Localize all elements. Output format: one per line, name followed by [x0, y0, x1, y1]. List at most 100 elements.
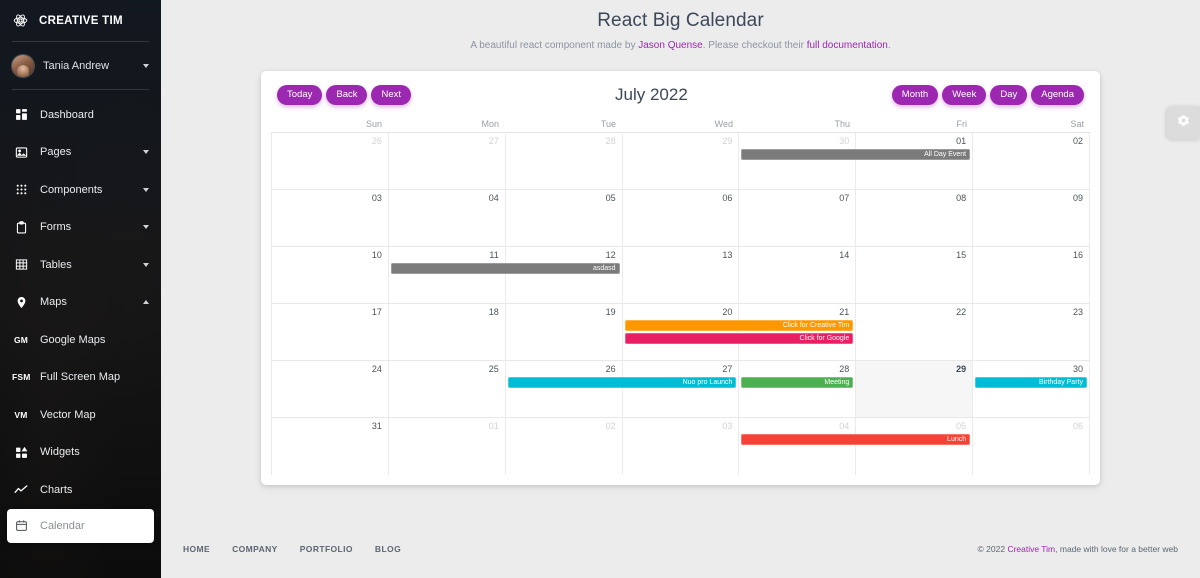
- calendar-day-cell[interactable]: 05: [506, 190, 623, 246]
- calendar-view-month-button[interactable]: Month: [891, 85, 939, 105]
- calendar-day-cell[interactable]: 24: [272, 361, 389, 417]
- day-number: 27: [722, 364, 733, 374]
- calendar-day-cell[interactable]: 29: [623, 133, 740, 189]
- calendar-day-cell[interactable]: 31: [272, 418, 389, 475]
- author-link[interactable]: Jason Quense: [638, 40, 703, 51]
- chevron-up-icon[interactable]: [143, 300, 149, 305]
- calendar-day-cell[interactable]: 27: [623, 361, 740, 417]
- calendar-day-cell[interactable]: 04: [739, 418, 857, 475]
- sidebar-nav: Dashboard Pages Components Forms Tables Maps G…: [0, 90, 161, 543]
- day-number: 06: [1073, 421, 1084, 431]
- weekday-header-tue: Tue: [600, 119, 616, 129]
- calendar-day-cell[interactable]: 19: [506, 304, 623, 360]
- calendar-day-cell[interactable]: 28: [506, 133, 623, 189]
- calendar-event[interactable]: Meeting: [741, 377, 854, 388]
- calendar-view-week-button[interactable]: Week: [942, 85, 987, 105]
- calendar-day-cell[interactable]: 13: [623, 247, 740, 303]
- chevron-down-icon[interactable]: [143, 225, 149, 230]
- calendar-day-cell[interactable]: 30: [739, 133, 857, 189]
- calendar-day-cell[interactable]: 08: [856, 190, 974, 246]
- day-number: 30: [1073, 364, 1084, 374]
- calendar-day-cell[interactable]: 26: [506, 361, 623, 417]
- calendar-day-cell[interactable]: 26: [272, 133, 389, 189]
- creative-tim-link[interactable]: Creative Tim: [1007, 544, 1055, 554]
- chevron-down-icon[interactable]: [143, 63, 149, 68]
- settings-toggle-button[interactable]: [1167, 106, 1200, 139]
- footer-link-blog[interactable]: BLOG: [375, 544, 401, 554]
- calendar-day-cell[interactable]: 14: [739, 247, 857, 303]
- calendar-day-cell[interactable]: 25: [389, 361, 506, 417]
- calendar-day-cell[interactable]: 16: [973, 247, 1091, 303]
- calendar-day-cell[interactable]: 17: [272, 304, 389, 360]
- calendar-next-button[interactable]: Next: [371, 85, 412, 105]
- user-profile-row[interactable]: Tania Andrew: [0, 42, 161, 89]
- calendar-day-cell[interactable]: 01: [856, 133, 974, 189]
- calendar-event[interactable]: All Day Event: [741, 149, 971, 160]
- calendar-event[interactable]: Click for Google: [624, 333, 854, 344]
- sidebar-item-forms[interactable]: Forms: [0, 209, 161, 247]
- chevron-down-icon[interactable]: [143, 187, 149, 192]
- calendar-day-cell[interactable]: 09: [973, 190, 1091, 246]
- grid-dots-icon: [12, 183, 30, 196]
- day-number: 30: [839, 136, 850, 146]
- footer-link-home[interactable]: HOME: [183, 544, 210, 554]
- sidebar-item-pages[interactable]: Pages: [0, 134, 161, 172]
- calendar-view-day-button[interactable]: Day: [990, 85, 1028, 105]
- calendar-view-agenda-button[interactable]: Agenda: [1031, 85, 1084, 105]
- calendar-day-cell[interactable]: 06: [623, 190, 740, 246]
- sidebar-item-calendar[interactable]: Calendar: [7, 508, 154, 543]
- calendar-today-button[interactable]: Today: [277, 85, 323, 105]
- calendar-event[interactable]: Nuo pro Launch: [507, 377, 737, 388]
- calendar-day-cell[interactable]: 07: [739, 190, 857, 246]
- calendar-day-cell[interactable]: 11: [389, 247, 506, 303]
- sidebar-item-components[interactable]: Components: [0, 171, 161, 209]
- sidebar-item-widgets[interactable]: Widgets: [0, 434, 161, 472]
- calendar-event[interactable]: Lunch: [741, 434, 971, 445]
- calendar-day-cell[interactable]: 05: [856, 418, 974, 475]
- calendar-day-cell[interactable]: 02: [506, 418, 623, 475]
- calendar-event[interactable]: Click for Creative Tim: [624, 320, 854, 331]
- calendar-day-cell[interactable]: 23: [973, 304, 1091, 360]
- calendar-day-cell[interactable]: 21: [739, 304, 857, 360]
- calendar-day-cell[interactable]: 18: [389, 304, 506, 360]
- sidebar-item-label: Forms: [40, 221, 72, 234]
- chevron-down-icon[interactable]: [143, 150, 149, 155]
- sidebar-item-google-maps[interactable]: GM Google Maps: [0, 321, 161, 359]
- footer-link-portfolio[interactable]: PORTFOLIO: [300, 544, 353, 554]
- day-number: 28: [839, 364, 850, 374]
- calendar-day-cell[interactable]: 12: [506, 247, 623, 303]
- calendar-day-cell[interactable]: 03: [272, 190, 389, 246]
- calendar-day-cell[interactable]: 22: [856, 304, 974, 360]
- calendar-day-cell[interactable]: 30: [973, 361, 1091, 417]
- sidebar-item-vector-map[interactable]: VM Vector Map: [0, 396, 161, 434]
- sidebar-item-tables[interactable]: Tables: [0, 246, 161, 284]
- calendar-week-row: 10 11 12 13 14 15 16 asdasd: [272, 247, 1091, 304]
- calendar-day-cell[interactable]: 01: [389, 418, 506, 475]
- chevron-down-icon[interactable]: [143, 262, 149, 267]
- day-number: 11: [489, 250, 499, 260]
- calendar-day-cell[interactable]: 29: [856, 361, 974, 417]
- calendar-day-cell[interactable]: 27: [389, 133, 506, 189]
- table-icon: [12, 258, 30, 271]
- calendar-back-button[interactable]: Back: [326, 85, 368, 105]
- sidebar-item-dashboard[interactable]: Dashboard: [0, 96, 161, 134]
- calendar-event[interactable]: asdasd: [390, 263, 620, 274]
- day-number: 10: [371, 250, 382, 260]
- footer-link-company[interactable]: COMPANY: [232, 544, 278, 554]
- day-number: 01: [488, 421, 499, 431]
- calendar-day-cell[interactable]: 02: [973, 133, 1091, 189]
- calendar-day-cell[interactable]: 15: [856, 247, 974, 303]
- sidebar-item-maps[interactable]: Maps: [0, 284, 161, 322]
- sidebar-item-full-screen-map[interactable]: FSM Full Screen Map: [0, 359, 161, 397]
- day-number: 07: [839, 193, 850, 203]
- calendar-day-cell[interactable]: 04: [389, 190, 506, 246]
- calendar-day-cell[interactable]: 03: [623, 418, 740, 475]
- calendar-day-cell[interactable]: 28: [739, 361, 857, 417]
- documentation-link[interactable]: full documentation: [807, 40, 888, 51]
- calendar-day-cell[interactable]: 10: [272, 247, 389, 303]
- calendar-day-cell[interactable]: 06: [973, 418, 1091, 475]
- sidebar-item-charts[interactable]: Charts: [0, 471, 161, 509]
- brand[interactable]: CREATIVE TIM: [0, 0, 161, 41]
- calendar-event[interactable]: Birthday Party: [975, 377, 1087, 388]
- calendar-day-cell[interactable]: 20: [623, 304, 740, 360]
